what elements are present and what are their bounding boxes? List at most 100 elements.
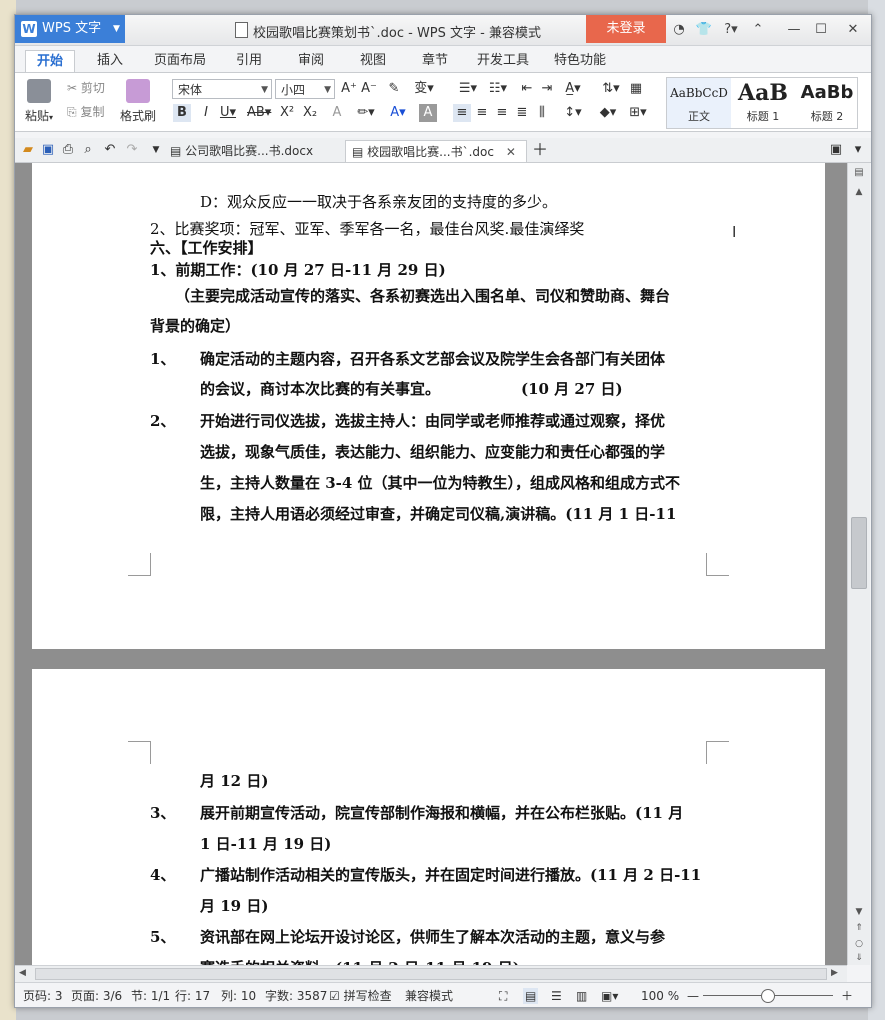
skin-icon[interactable]: ◔ [670, 21, 688, 39]
tab-list-icon[interactable]: ▣ [827, 141, 845, 159]
zoom-level[interactable]: 100 % [641, 988, 679, 1004]
print-preview-icon[interactable]: ⌕ [79, 141, 97, 159]
tab-developer[interactable]: 开发工具 [473, 50, 533, 72]
underline-icon[interactable]: U▾ [219, 104, 237, 122]
full-screen-icon[interactable]: ⛶ [499, 988, 507, 1004]
tab-review[interactable]: 审阅 [291, 50, 331, 72]
section-heading: 六、【工作安排】 [150, 239, 263, 257]
format-painter-button[interactable]: 格式刷 [115, 77, 161, 124]
change-case-icon[interactable]: A̲▾ [560, 80, 586, 98]
document-canvas[interactable]: D：观众反应一一取决于各系亲友团的支持度的多少。 2、比赛奖项：冠军、亚军、季军… [15, 163, 847, 965]
next-page-icon[interactable]: ⇓ [852, 953, 866, 965]
tab-view[interactable]: 视图 [353, 50, 393, 72]
close-tab-icon[interactable]: ✕ [506, 145, 516, 159]
text-cursor-icon: I [732, 223, 737, 241]
browse-object-icon[interactable]: ○ [852, 939, 866, 951]
reading-mode-icon[interactable]: ▣▾ [601, 988, 618, 1004]
font-name-select[interactable]: 宋体 ▼ [172, 79, 272, 99]
page-view-icon[interactable]: ▤ [523, 988, 539, 1004]
tab-page-layout[interactable]: 页面布局 [150, 50, 210, 72]
grow-font-icon[interactable]: A⁺ [340, 80, 358, 98]
open-folder-icon[interactable]: ▰ [19, 141, 37, 159]
zoom-in-icon[interactable]: ＋ [841, 988, 853, 1004]
cut-button[interactable]: ✂ 剪切 [67, 79, 105, 96]
char-shading-icon[interactable]: A [419, 104, 437, 122]
copy-button[interactable]: ⎘ 复制 [67, 103, 104, 120]
tab-references[interactable]: 引用 [229, 50, 269, 72]
outline-view-icon[interactable]: ☰ [551, 988, 562, 1004]
new-tab-icon[interactable]: ＋ [531, 141, 549, 159]
tab-settings-icon[interactable]: ▾ [849, 141, 867, 159]
zoom-out-icon[interactable]: — [687, 988, 699, 1004]
spell-check-button[interactable]: ☑ 拼写检查 [329, 988, 392, 1004]
login-button[interactable]: 未登录 [586, 15, 666, 43]
undo-icon[interactable]: ↶ [101, 141, 119, 159]
highlight-icon[interactable]: ✏▾ [353, 104, 379, 122]
doc-tab-1[interactable]: ▤ 公司歌唱比赛...书.docx [170, 140, 340, 162]
align-left-icon[interactable]: ≡ [453, 104, 471, 122]
shrink-font-icon[interactable]: A⁻ [360, 80, 378, 98]
zoom-slider-thumb[interactable] [761, 989, 775, 1003]
previous-page-icon[interactable]: ⇑ [852, 923, 866, 935]
status-word-count[interactable]: 字数: 3587 [265, 988, 327, 1004]
tab-chapter[interactable]: 章节 [415, 50, 455, 72]
list-item: 1 日-11 月 19 日) [200, 835, 332, 853]
paragraph: 1、前期工作：(10 月 27 日-11 月 29 日) [150, 261, 446, 279]
vertical-scrollbar[interactable]: ▤ ▲ ▼ ⇑ ○ ⇓ [847, 163, 870, 965]
font-size-select[interactable]: 小四 ▼ [275, 79, 335, 99]
list-item: 展开前期宣传活动，院宣传部制作海报和横幅，并在公布栏张贴。(11 月 [200, 804, 684, 822]
table-icon[interactable]: ▦ [627, 80, 645, 98]
doc-tab-2[interactable]: ▤ 校园歌唱比赛...书`.doc ✕ [345, 140, 527, 162]
redo-icon[interactable]: ↷ [123, 141, 141, 159]
ruler-toggle-icon[interactable]: ▤ [852, 167, 866, 181]
justify-icon[interactable]: ≣ [513, 104, 531, 122]
horizontal-scrollbar-thumb[interactable] [35, 968, 827, 980]
text-effect-icon[interactable]: A [328, 104, 346, 122]
sort-icon[interactable]: ⇅▾ [598, 80, 624, 98]
save-icon[interactable]: ▣ [39, 141, 57, 159]
distribute-icon[interactable]: ⫼ [533, 104, 551, 122]
borders-icon[interactable]: ⊞▾ [625, 104, 651, 122]
decrease-indent-icon[interactable]: ⇤ [518, 80, 536, 98]
phonetic-icon[interactable]: 变▾ [411, 80, 437, 98]
subscript-icon[interactable]: X₂ [301, 104, 319, 122]
paste-button[interactable]: 粘贴▾ [19, 77, 59, 124]
style-normal[interactable]: AaBbCcD 正文 [667, 78, 731, 128]
shading-icon[interactable]: ◆▾ [595, 104, 621, 122]
scroll-left-icon[interactable]: ◀ [19, 968, 26, 978]
app-menu-button[interactable]: W WPS 文字 ▼ [15, 15, 125, 43]
quick-access-menu-icon[interactable]: ▼ [147, 141, 165, 159]
line-spacing-icon[interactable]: ↕▾ [560, 104, 586, 122]
bold-icon[interactable]: B [173, 104, 191, 122]
align-right-icon[interactable]: ≡ [493, 104, 511, 122]
print-icon[interactable]: ⎙ [59, 141, 77, 159]
maximize-icon[interactable]: ☐ [812, 21, 830, 39]
clear-format-icon[interactable]: ✎ [385, 80, 403, 98]
web-view-icon[interactable]: ▥ [576, 988, 587, 1004]
horizontal-scrollbar[interactable]: ◀ ▶ [15, 965, 847, 982]
tab-special[interactable]: 特色功能 [550, 50, 610, 72]
collapse-ribbon-icon[interactable]: ⌃ [749, 21, 767, 39]
strikethrough-icon[interactable]: AB▾ [247, 104, 271, 122]
align-center-icon[interactable]: ≡ [473, 104, 491, 122]
zoom-slider[interactable] [703, 989, 833, 1003]
scroll-right-icon[interactable]: ▶ [831, 968, 838, 978]
style-heading-1[interactable]: AaB 标题 1 [731, 78, 795, 128]
italic-icon[interactable]: I [197, 104, 215, 122]
superscript-icon[interactable]: X² [278, 104, 296, 122]
font-color-icon[interactable]: A▾ [385, 104, 411, 122]
shirt-icon[interactable]: 👕 [695, 21, 713, 39]
scroll-down-icon[interactable]: ▼ [852, 907, 866, 919]
close-icon[interactable]: ✕ [844, 21, 862, 39]
scrollbar-thumb[interactable] [851, 517, 867, 589]
help-icon[interactable]: ?▾ [719, 21, 743, 39]
scroll-up-icon[interactable]: ▲ [852, 187, 866, 201]
status-page-code: 页码: 3 [23, 989, 63, 1003]
bullets-icon[interactable]: ☰▾ [453, 80, 483, 98]
tab-home[interactable]: 开始 [25, 50, 75, 73]
style-heading-2[interactable]: AaBb 标题 2 [795, 78, 857, 128]
minimize-icon[interactable]: — [785, 21, 803, 39]
increase-indent-icon[interactable]: ⇥ [538, 80, 556, 98]
tab-insert[interactable]: 插入 [90, 50, 130, 72]
numbering-icon[interactable]: ☷▾ [483, 80, 513, 98]
